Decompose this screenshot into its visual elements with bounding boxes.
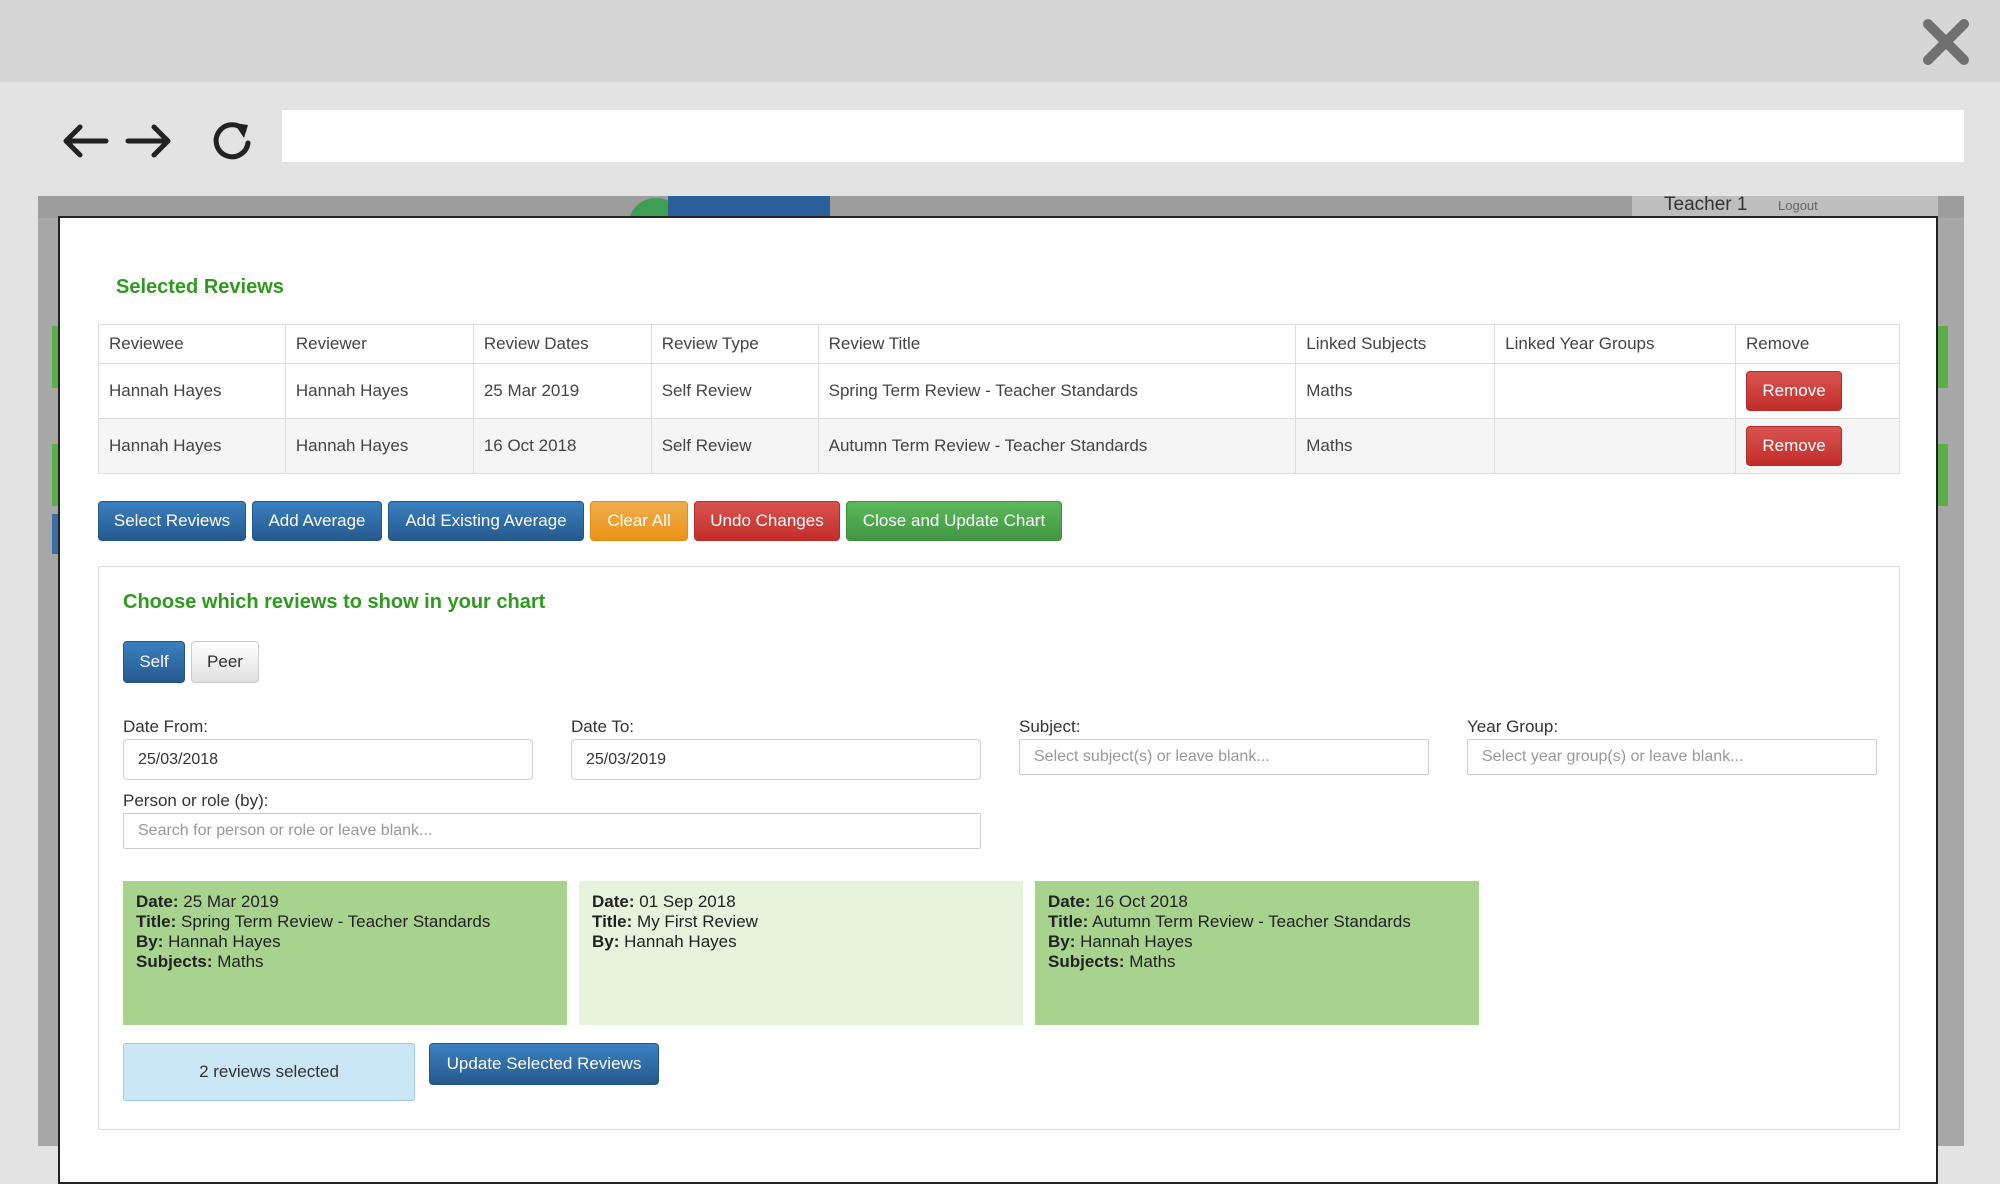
card-subjects: Subjects: Maths	[136, 952, 264, 971]
subject-select[interactable]	[1019, 739, 1429, 775]
person-role-label: Person or role (by):	[123, 791, 269, 810]
review-type-cell: Self Review	[650, 418, 819, 474]
self-toggle-button[interactable]: Self	[123, 641, 185, 683]
update-selected-reviews-button[interactable]: Update Selected Reviews	[429, 1043, 659, 1085]
logout-link[interactable]: Logout	[1778, 198, 1818, 213]
reviewer-cell: Hannah Hayes	[284, 418, 474, 474]
review-card[interactable]: Date: 25 Mar 2019 Title: Spring Term Rev…	[123, 881, 567, 1025]
table-header-row: Reviewee Reviewer Review Dates Review Ty…	[98, 324, 1900, 364]
undo-changes-button[interactable]: Undo Changes	[694, 501, 840, 541]
year-group-select[interactable]	[1467, 739, 1877, 775]
review-card[interactable]: Date: 01 Sep 2018 Title: My First Review…	[579, 881, 1023, 1025]
card-by: By: Hannah Hayes	[1048, 932, 1193, 951]
review-date-cell: 25 Mar 2019	[472, 363, 652, 419]
background-button	[1938, 326, 1948, 388]
review-card[interactable]: Date: 16 Oct 2018 Title: Autumn Term Rev…	[1035, 881, 1479, 1025]
back-arrow-icon[interactable]	[56, 113, 112, 169]
card-date: Date: 25 Mar 2019	[136, 892, 279, 911]
date-to-label: Date To:	[571, 717, 635, 736]
school-logo	[668, 196, 830, 218]
table-row: Hannah Hayes Hannah Hayes 25 Mar 2019 Se…	[98, 363, 1900, 419]
modal-title: Selected Reviews	[116, 276, 284, 298]
linked-subjects-cell: Maths	[1295, 418, 1496, 474]
clear-all-button[interactable]: Clear All	[590, 501, 688, 541]
selected-count-badge: 2 reviews selected	[123, 1043, 415, 1101]
review-filter-panel: Choose which reviews to show in your cha…	[98, 566, 1900, 1130]
column-header: Reviewer	[284, 324, 474, 364]
column-header: Remove	[1735, 324, 1900, 364]
review-title-cell: Autumn Term Review - Teacher Standards	[817, 418, 1297, 474]
reviewer-cell: Hannah Hayes	[284, 363, 474, 419]
date-from-label: Date From:	[123, 717, 209, 736]
column-header: Review Title	[817, 324, 1297, 364]
peer-toggle-button[interactable]: Peer	[191, 641, 259, 683]
column-header: Linked Subjects	[1295, 324, 1496, 364]
column-header: Review Type	[650, 324, 819, 364]
card-title: Title: Autumn Term Review - Teacher Stan…	[1048, 912, 1411, 931]
table-row: Hannah Hayes Hannah Hayes 16 Oct 2018 Se…	[98, 418, 1900, 474]
selected-reviews-modal: Selected Reviews Reviewee Reviewer Revie…	[58, 216, 1938, 1184]
reviewee-cell: Hannah Hayes	[98, 418, 286, 474]
browser-titlebar	[0, 0, 2000, 82]
selected-reviews-table: Reviewee Reviewer Review Dates Review Ty…	[98, 324, 1900, 474]
add-average-button[interactable]: Add Average	[252, 501, 382, 541]
year-group-label: Year Group:	[1467, 717, 1559, 736]
date-to-input[interactable]	[571, 739, 981, 780]
review-date-cell: 16 Oct 2018	[472, 418, 652, 474]
user-name: Teacher 1	[1664, 196, 1748, 215]
reviewee-cell: Hannah Hayes	[98, 363, 286, 419]
address-bar[interactable]	[282, 110, 1964, 162]
card-date: Date: 01 Sep 2018	[592, 892, 736, 911]
column-header: Linked Year Groups	[1494, 324, 1736, 364]
linked-year-groups-cell	[1494, 418, 1736, 474]
card-date: Date: 16 Oct 2018	[1048, 892, 1188, 911]
close-window-icon[interactable]	[1918, 14, 1974, 70]
column-header: Review Dates	[472, 324, 652, 364]
card-by: By: Hannah Hayes	[136, 932, 281, 951]
select-reviews-button[interactable]: Select Reviews	[98, 501, 246, 541]
remove-cell: Remove	[1735, 418, 1900, 474]
filter-title: Choose which reviews to show in your cha…	[123, 591, 546, 613]
column-header: Reviewee	[98, 324, 286, 364]
card-by: By: Hannah Hayes	[592, 932, 737, 951]
subject-label: Subject:	[1019, 717, 1081, 736]
card-title: Title: Spring Term Review - Teacher Stan…	[136, 912, 491, 931]
linked-year-groups-cell	[1494, 363, 1736, 419]
add-existing-average-button[interactable]: Add Existing Average	[388, 501, 584, 541]
review-title-cell: Spring Term Review - Teacher Standards	[817, 363, 1297, 419]
date-from-input[interactable]	[123, 739, 533, 780]
linked-subjects-cell: Maths	[1295, 363, 1496, 419]
reload-icon[interactable]	[204, 113, 260, 169]
remove-button[interactable]: Remove	[1746, 371, 1842, 411]
background-button	[1938, 444, 1948, 506]
person-role-search-input[interactable]	[123, 813, 981, 849]
card-title: Title: My First Review	[592, 912, 758, 931]
remove-button[interactable]: Remove	[1746, 426, 1842, 466]
card-subjects: Subjects: Maths	[1048, 952, 1176, 971]
review-type-cell: Self Review	[650, 363, 819, 419]
remove-cell: Remove	[1735, 363, 1900, 419]
close-update-chart-button[interactable]: Close and Update Chart	[846, 501, 1062, 541]
forward-arrow-icon[interactable]	[122, 113, 178, 169]
